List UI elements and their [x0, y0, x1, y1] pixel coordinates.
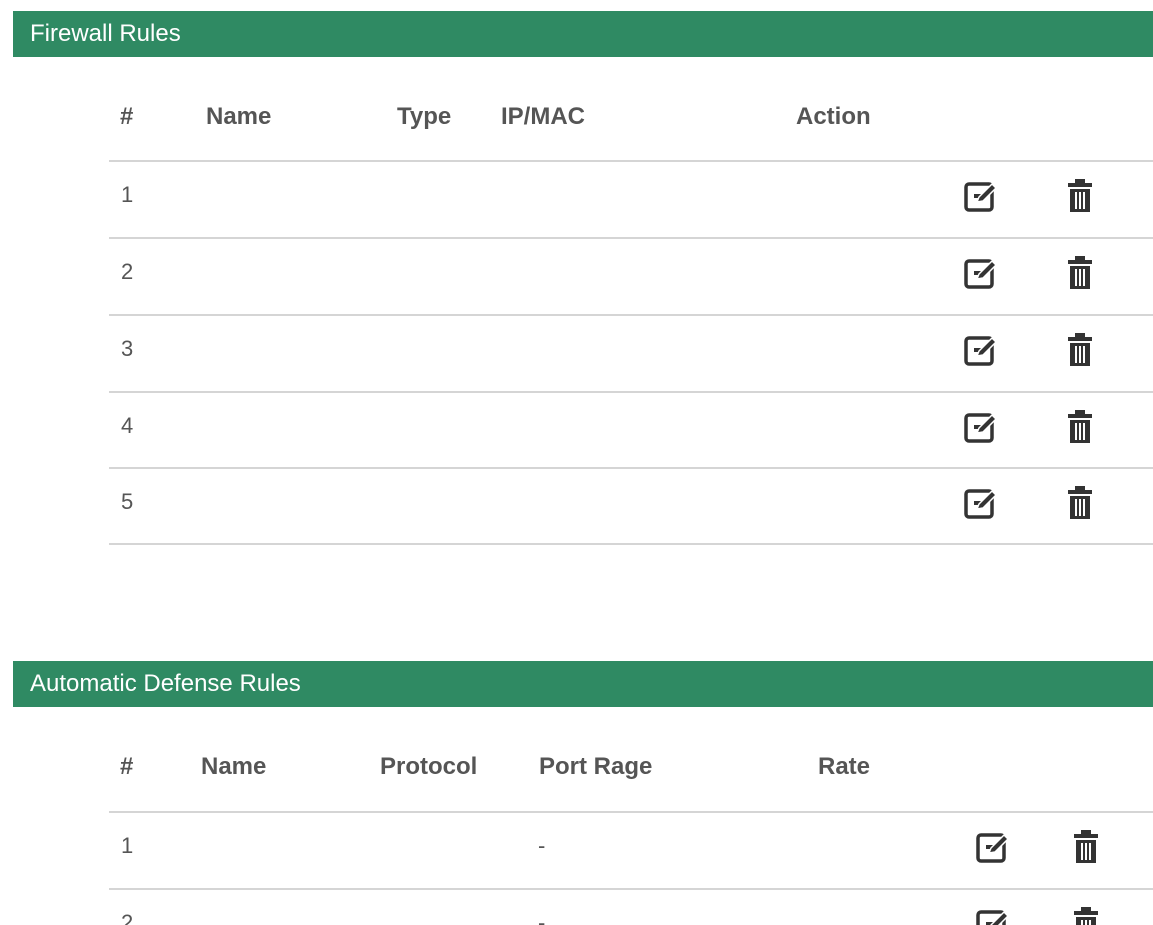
row-number: 2	[121, 910, 134, 925]
defense-rules-header: Automatic Defense Rules	[13, 661, 1153, 707]
edit-icon[interactable]	[973, 827, 1013, 867]
row-number: 1	[121, 833, 134, 858]
table-divider	[109, 543, 1153, 545]
table-row: 3	[109, 316, 1153, 392]
edit-icon[interactable]	[961, 253, 1001, 293]
trash-icon[interactable]	[1066, 827, 1106, 867]
table-row: 4	[109, 393, 1153, 469]
trash-icon[interactable]	[1060, 176, 1100, 216]
col-header-type: Type	[397, 103, 452, 130]
firewall-rules-title: Firewall Rules	[30, 20, 181, 47]
col-header-action: Action	[796, 103, 871, 130]
trash-icon[interactable]	[1060, 330, 1100, 370]
edit-icon[interactable]	[961, 483, 1001, 523]
row-number: 5	[121, 489, 134, 514]
col-header-number: #	[120, 753, 134, 780]
trash-icon[interactable]	[1060, 483, 1100, 523]
trash-icon[interactable]	[1060, 253, 1100, 293]
table-row: 1	[109, 162, 1153, 238]
trash-icon[interactable]	[1060, 407, 1100, 447]
defense-rules-title: Automatic Defense Rules	[30, 670, 301, 697]
col-header-port-range: Port Rage	[539, 753, 653, 780]
col-header-rate: Rate	[818, 753, 871, 780]
edit-icon[interactable]	[961, 176, 1001, 216]
col-header-number: #	[120, 103, 134, 130]
table-row: 2	[109, 239, 1153, 315]
col-header-ip-mac: IP/MAC	[501, 103, 585, 130]
col-header-name: Name	[206, 103, 272, 130]
row-number: 4	[121, 413, 134, 438]
edit-icon[interactable]	[961, 330, 1001, 370]
col-header-protocol: Protocol	[380, 753, 478, 780]
edit-icon[interactable]	[973, 904, 1013, 925]
row-number: 2	[121, 259, 134, 284]
row-number: 3	[121, 336, 134, 361]
trash-icon[interactable]	[1066, 904, 1106, 925]
table-row: 2 -	[109, 890, 1153, 925]
table-row: 1 -	[109, 813, 1153, 889]
firewall-rules-header: Firewall Rules	[13, 11, 1153, 57]
col-header-name: Name	[201, 753, 267, 780]
row-number: 1	[121, 182, 134, 207]
port-range-value: -	[538, 833, 546, 858]
edit-icon[interactable]	[961, 407, 1001, 447]
table-row: 5	[109, 469, 1153, 545]
port-range-value: -	[538, 910, 546, 925]
